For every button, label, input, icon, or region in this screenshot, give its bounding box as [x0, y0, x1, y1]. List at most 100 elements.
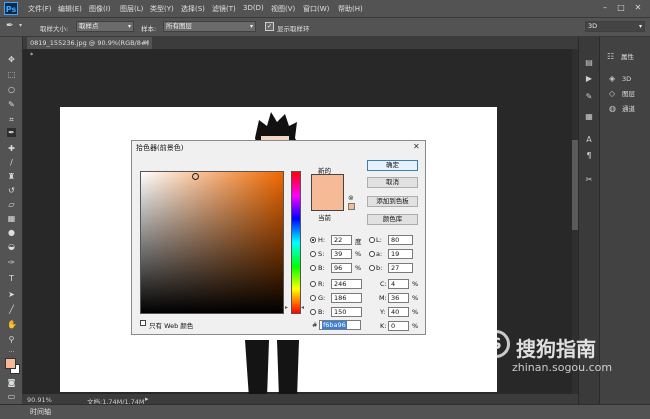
- close-window-button[interactable]: ✕: [633, 3, 643, 13]
- r-field[interactable]: 246: [331, 279, 362, 289]
- quick-mask-icon[interactable]: ◙: [7, 378, 16, 387]
- gradient-tool-icon[interactable]: ▦: [7, 214, 16, 223]
- clone-stamp-tool-icon[interactable]: ♜: [7, 172, 16, 181]
- line-tool-icon[interactable]: ╱: [7, 305, 16, 314]
- menu-file[interactable]: 文件(F): [28, 4, 52, 14]
- blue-radio[interactable]: [310, 309, 316, 315]
- color-picker-circle[interactable]: [192, 173, 199, 180]
- sample-select[interactable]: 所有图层: [163, 21, 256, 32]
- l-radio[interactable]: [369, 237, 375, 243]
- dialog-close-button[interactable]: ✕: [413, 142, 420, 151]
- m-field[interactable]: 36: [388, 293, 409, 303]
- menu-select[interactable]: 选择(S): [181, 4, 205, 14]
- menu-window[interactable]: 窗口(W): [303, 4, 329, 14]
- eraser-tool-icon[interactable]: ▱: [7, 200, 16, 209]
- brush-tool-icon[interactable]: /: [7, 158, 16, 167]
- zoom-level[interactable]: 90.91%: [27, 396, 52, 404]
- close-tab-icon[interactable]: ✕: [144, 39, 150, 47]
- quick-select-tool-icon[interactable]: ✎: [7, 100, 16, 109]
- type-tool-icon[interactable]: T: [7, 274, 16, 283]
- properties-panel-label[interactable]: 属性: [621, 52, 634, 62]
- a-radio[interactable]: [369, 251, 375, 257]
- hue-slider-left-arrow-icon[interactable]: ▸: [285, 304, 288, 311]
- hue-slider[interactable]: [291, 171, 301, 314]
- minimize-button[interactable]: –: [600, 3, 610, 13]
- b-radio[interactable]: [310, 265, 316, 271]
- gamut-warning-icon[interactable]: ⊗: [348, 194, 354, 202]
- cancel-button[interactable]: 取消: [367, 177, 418, 188]
- menu-image[interactable]: 图像(I): [89, 4, 111, 14]
- crop-tool-icon[interactable]: ⌗: [7, 115, 16, 124]
- document-tab[interactable]: 0819_155236.jpg @ 90.9%(RGB/8#) *: [27, 37, 152, 59]
- paragraph-panel-icon[interactable]: ¶: [584, 151, 594, 161]
- sample-size-select[interactable]: 取样点: [76, 21, 134, 32]
- timeline-tab[interactable]: 时间轴: [30, 407, 51, 417]
- hue-slider-right-arrow-icon[interactable]: ◂: [301, 304, 304, 311]
- hand-tool-icon[interactable]: ✋: [7, 320, 17, 329]
- l-field[interactable]: 80: [388, 235, 413, 245]
- channels-icon[interactable]: ◍: [609, 104, 616, 113]
- menu-3d[interactable]: 3D(D): [243, 4, 264, 12]
- show-ring-checkbox[interactable]: ✓: [265, 22, 274, 31]
- swatches-panel-icon[interactable]: ▦: [584, 112, 594, 122]
- path-selection-tool-icon[interactable]: ➤: [7, 290, 16, 299]
- 3d-cube-icon[interactable]: ◈: [609, 74, 615, 83]
- layers-panel-label[interactable]: 图层: [622, 89, 635, 99]
- layers-icon[interactable]: ◇: [609, 89, 615, 98]
- web-safe-swatch[interactable]: [348, 203, 355, 210]
- healing-brush-tool-icon[interactable]: ✚: [7, 144, 16, 153]
- k-field[interactable]: 0: [388, 321, 409, 331]
- color-libraries-button[interactable]: 颜色库: [367, 214, 418, 225]
- character-panel-icon[interactable]: A: [584, 135, 594, 145]
- history-brush-tool-icon[interactable]: ↺: [7, 186, 16, 195]
- b-field[interactable]: 96: [331, 263, 352, 273]
- history-panel-icon[interactable]: ▤: [584, 58, 594, 68]
- actions-panel-icon[interactable]: ▶: [584, 74, 594, 84]
- a-field[interactable]: 19: [388, 249, 413, 259]
- menu-layer[interactable]: 图层(L): [120, 4, 143, 14]
- workspace-select[interactable]: 3D: [585, 21, 645, 32]
- channels-panel-label[interactable]: 通道: [622, 104, 635, 114]
- status-menu-arrow-icon[interactable]: ▸: [145, 395, 149, 403]
- current-color-swatch[interactable]: [311, 196, 344, 211]
- lab-b-field[interactable]: 27: [388, 263, 413, 273]
- hex-field[interactable]: f6ba96: [319, 320, 361, 330]
- g-radio[interactable]: [310, 295, 316, 301]
- pen-tool-icon[interactable]: ✑: [7, 258, 16, 267]
- scrollbar-thumb[interactable]: [572, 140, 578, 230]
- move-tool-icon[interactable]: ✥: [7, 55, 16, 64]
- menu-edit[interactable]: 编辑(E): [58, 4, 82, 14]
- g-field[interactable]: 186: [331, 293, 362, 303]
- c-field[interactable]: 4: [388, 279, 409, 289]
- add-to-swatches-button[interactable]: 添加到色板: [367, 196, 418, 207]
- blue-field[interactable]: 150: [331, 307, 362, 317]
- menu-help[interactable]: 帮助(H): [338, 4, 363, 14]
- menu-filter[interactable]: 滤镜(T): [212, 4, 236, 14]
- blur-tool-icon[interactable]: ●: [7, 228, 16, 237]
- h-field[interactable]: 22: [331, 235, 352, 245]
- lab-b-radio[interactable]: [369, 265, 375, 271]
- zoom-tool-icon[interactable]: ⚲: [7, 335, 16, 344]
- marquee-tool-icon[interactable]: ⬚: [7, 70, 16, 79]
- 3d-panel-label[interactable]: 3D: [622, 74, 631, 84]
- web-only-checkbox[interactable]: [140, 320, 146, 326]
- menu-view[interactable]: 视图(V): [271, 4, 295, 14]
- lasso-tool-icon[interactable]: ○: [7, 85, 16, 94]
- y-field[interactable]: 40: [388, 307, 409, 317]
- tool-presets-icon[interactable]: ✂: [584, 175, 594, 185]
- brush-panel-icon[interactable]: ✎: [584, 92, 594, 102]
- saturation-brightness-field[interactable]: [140, 171, 284, 314]
- eyedropper-tool-icon-active[interactable]: ✒: [7, 128, 16, 137]
- r-radio[interactable]: [310, 281, 316, 287]
- screen-mode-icon[interactable]: ▭: [7, 392, 16, 401]
- properties-icon[interactable]: ☷: [607, 52, 614, 61]
- tool-preset-dropdown-icon[interactable]: ▾: [19, 22, 22, 29]
- foreground-color-swatch[interactable]: [5, 358, 16, 369]
- ok-button[interactable]: 确定: [367, 160, 418, 171]
- more-tools-icon[interactable]: ···: [7, 348, 16, 357]
- menu-type[interactable]: 类型(Y): [150, 4, 174, 14]
- s-field[interactable]: 39: [331, 249, 352, 259]
- maximize-button[interactable]: □: [616, 3, 626, 13]
- dodge-tool-icon[interactable]: ◒: [7, 242, 16, 251]
- eyedropper-tool-icon[interactable]: ✒: [6, 21, 14, 31]
